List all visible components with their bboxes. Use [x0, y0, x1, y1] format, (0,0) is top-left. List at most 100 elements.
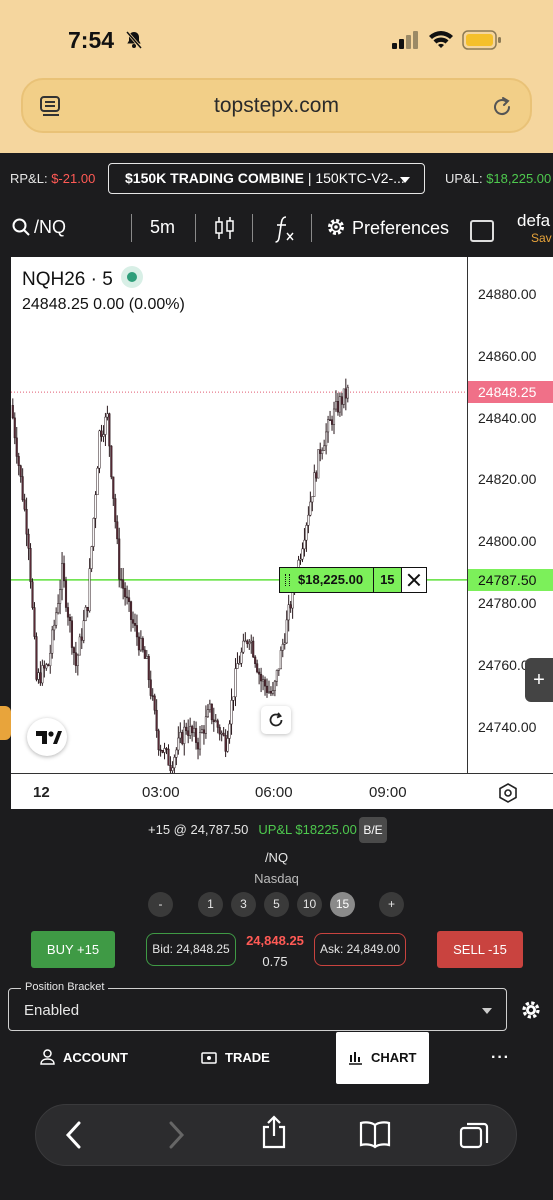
close-position-icon[interactable]	[401, 567, 426, 592]
tradingview-logo-icon[interactable]	[27, 718, 67, 756]
candle-body	[33, 607, 36, 637]
candle-body	[98, 430, 101, 469]
qty-preset-1[interactable]: 1	[198, 892, 223, 917]
candle-body	[256, 663, 259, 673]
candle-body	[260, 673, 263, 682]
candlestick-type-icon[interactable]	[214, 214, 236, 242]
nav-account[interactable]: ACCOUNT	[40, 1032, 128, 1084]
candle-body	[202, 729, 205, 734]
candle-body	[196, 742, 200, 750]
candle-body	[222, 732, 225, 736]
candle-body	[287, 604, 290, 621]
candle-body	[72, 647, 75, 653]
time-tick: 06:00	[255, 784, 293, 801]
toolbar-divider	[311, 214, 312, 242]
toolbar-divider	[195, 214, 196, 242]
candle-body	[329, 419, 332, 421]
candle-body	[19, 465, 22, 477]
candle-body	[183, 726, 186, 744]
candle-body	[31, 581, 34, 608]
nav-trade[interactable]: TRADE	[201, 1032, 270, 1084]
candle-body	[112, 476, 115, 499]
market-status-dot	[120, 266, 143, 288]
chart-toolbar: /NQ 5m Preferences defa Sav	[0, 205, 553, 253]
position-qty-label[interactable]: 15	[374, 567, 402, 592]
forward-icon[interactable]	[164, 1120, 188, 1150]
candle-body	[250, 640, 253, 643]
nav-more-menu[interactable]: ···	[491, 1032, 510, 1084]
layout-checkbox[interactable]	[470, 220, 494, 242]
breakeven-button[interactable]: B/E	[359, 817, 387, 843]
reset-chart-button[interactable]	[261, 706, 291, 734]
candle-body	[285, 619, 288, 644]
bottom-nav: ACCOUNT TRADE CHART ···	[0, 1032, 553, 1084]
candle-body	[307, 514, 310, 526]
indicators-fx-icon[interactable]	[272, 214, 296, 244]
candle-body	[204, 716, 207, 734]
nav-chart[interactable]: CHART	[336, 1032, 429, 1084]
candle-body	[265, 685, 269, 693]
side-panel-handle[interactable]	[0, 706, 11, 740]
candle-body	[303, 539, 306, 550]
wifi-icon	[429, 31, 453, 48]
qty-preset-10[interactable]: 10	[297, 892, 322, 917]
candle-body	[141, 638, 144, 651]
sell-market-button[interactable]: SELL -15	[437, 931, 523, 968]
position-bracket-select[interactable]: Position Bracket Enabled	[8, 981, 507, 1031]
candle-body	[228, 723, 231, 739]
qty-preset-5[interactable]: 5	[264, 892, 289, 917]
candle-body	[47, 664, 50, 667]
add-order-button[interactable]: +	[525, 658, 553, 702]
candle-body	[120, 578, 123, 581]
ask-price-button[interactable]: Ask: 24,849.00	[314, 933, 406, 966]
last-price: 24,848.25	[246, 933, 304, 948]
url-bar[interactable]: topstepx.com	[21, 78, 532, 133]
time-axis[interactable]: 12 03:00 06:00 09:00	[11, 773, 553, 809]
candle-body	[232, 696, 235, 701]
chart-settings-icon[interactable]	[497, 782, 519, 804]
buy-market-button[interactable]: BUY +15	[31, 931, 115, 968]
candle-body	[27, 533, 30, 549]
candle-body	[323, 445, 326, 451]
preferences-button[interactable]: Preferences	[326, 217, 449, 239]
reload-icon[interactable]	[490, 94, 514, 120]
candle-body	[124, 588, 127, 598]
position-line-widget[interactable]: $18,225.00 15	[279, 566, 427, 593]
candle-body	[29, 548, 32, 583]
candle-body	[139, 638, 142, 651]
interval-button[interactable]: 5m	[150, 217, 175, 238]
url-text: topstepx.com	[214, 94, 339, 117]
price-chart[interactable]: NQH26 · 5 24848.25 0.00 (0.00%) $18,225.…	[11, 257, 553, 809]
account-name: $150K TRADING COMBINE	[125, 170, 304, 186]
candle-body	[37, 672, 40, 680]
position-pnl-label[interactable]: $18,225.00	[280, 567, 375, 592]
bid-price-button[interactable]: Bid: 24,848.25	[146, 933, 236, 966]
toolbar-divider	[252, 214, 253, 242]
candle-body	[45, 664, 48, 669]
layout-name[interactable]: defa	[517, 211, 550, 231]
price-tick: 24840.00	[478, 409, 537, 426]
candle-body	[161, 750, 164, 753]
candle-body	[242, 640, 245, 653]
back-icon[interactable]	[62, 1120, 86, 1150]
candle-body	[277, 668, 280, 671]
qty-preset-3[interactable]: 3	[231, 892, 256, 917]
bookmarks-icon[interactable]	[358, 1120, 392, 1150]
qty-increase-button[interactable]: +	[379, 892, 404, 917]
candle-body	[340, 396, 343, 405]
candle-body	[23, 499, 26, 510]
candle-body	[175, 749, 178, 758]
qty-decrease-button[interactable]: -	[148, 892, 173, 917]
candle-body	[102, 434, 105, 437]
bracket-settings-gear-icon[interactable]	[521, 1000, 541, 1020]
symbol-search-button[interactable]: /NQ	[12, 217, 66, 238]
chart-plot-area[interactable]: NQH26 · 5 24848.25 0.00 (0.00%) $18,225.…	[11, 257, 467, 773]
cell-signal-icon	[392, 31, 418, 49]
candle-body	[169, 765, 172, 771]
tabs-icon[interactable]	[458, 1120, 490, 1150]
candle-body	[189, 726, 192, 736]
candle-body	[167, 748, 170, 766]
share-icon[interactable]	[259, 1114, 289, 1150]
account-selector[interactable]: $150K TRADING COMBINE | 150KTC-V2-...	[108, 163, 425, 194]
qty-preset-15[interactable]: 15	[330, 892, 355, 917]
